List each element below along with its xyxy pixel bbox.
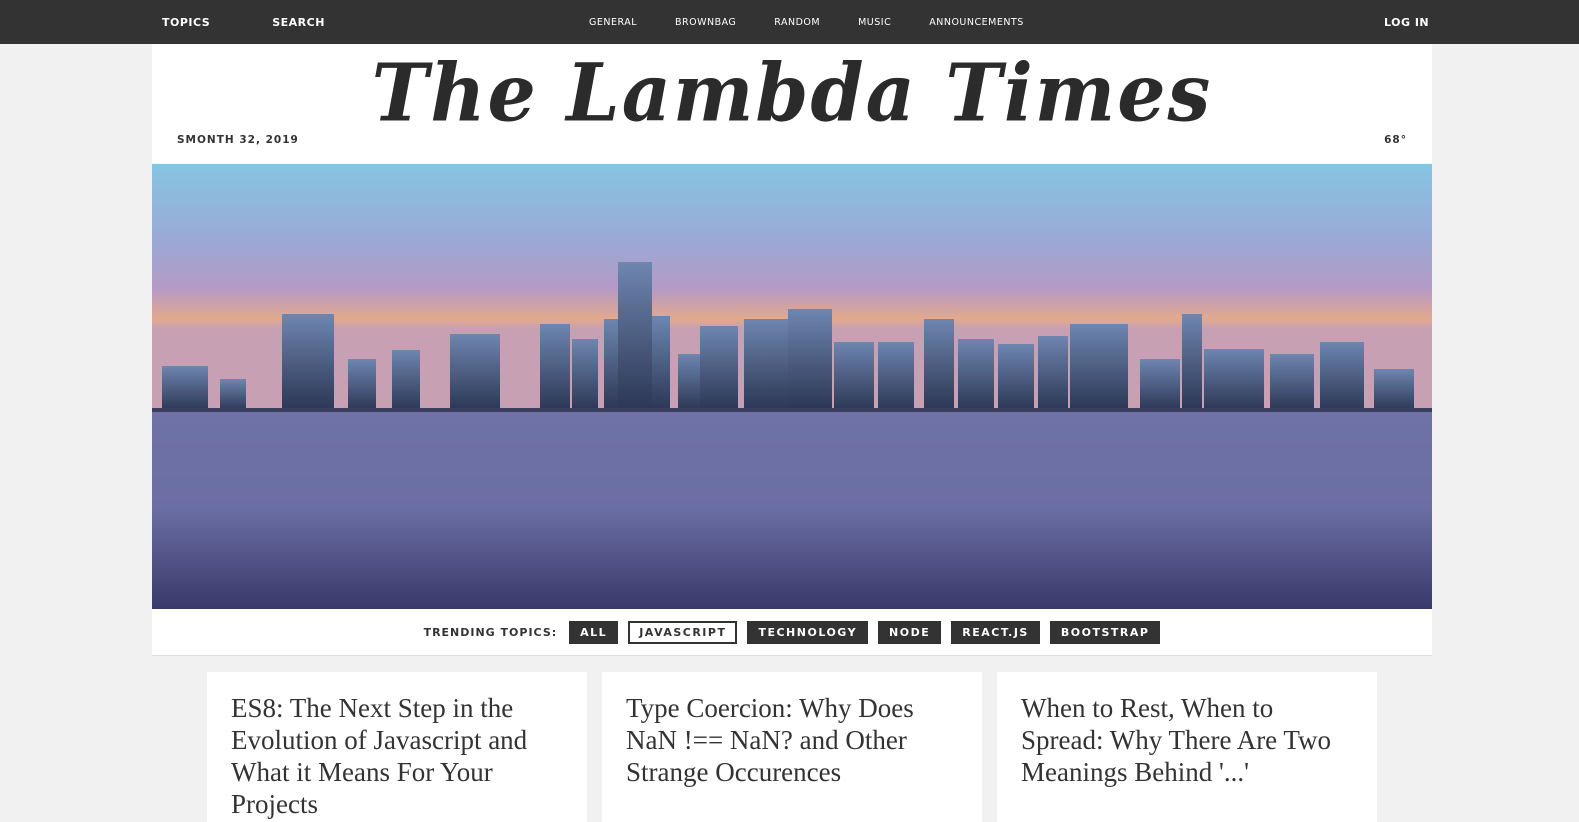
article-cards: ES8: The Next Step in the Evolution of J… <box>207 672 1377 822</box>
nav-right: LOG IN <box>1384 0 1429 44</box>
nav-random[interactable]: RANDOM <box>774 17 820 28</box>
tab-reactjs[interactable]: REACT.JS <box>951 620 1040 644</box>
nav-topics[interactable]: TOPICS <box>162 16 210 29</box>
city-skyline-image <box>152 164 1432 609</box>
header-temperature: 68° <box>1384 134 1407 146</box>
header-date: SMONTH 32, 2019 <box>177 134 299 146</box>
nav-center: GENERAL BROWNBAG RANDOM MUSIC ANNOUNCEME… <box>589 0 1024 44</box>
article-card[interactable]: When to Rest, When to Spread: Why There … <box>997 672 1377 822</box>
nav-search[interactable]: SEARCH <box>272 16 325 29</box>
nav-announcements[interactable]: ANNOUNCEMENTS <box>929 17 1024 28</box>
tab-technology[interactable]: TECHNOLOGY <box>747 620 869 644</box>
header: The Lambda Times SMONTH 32, 2019 68° <box>152 44 1432 164</box>
nav-general[interactable]: GENERAL <box>589 17 637 28</box>
trending-label: TRENDING TOPICS: <box>423 625 558 639</box>
tab-javascript[interactable]: JAVASCRIPT <box>628 620 738 644</box>
article-card[interactable]: Type Coercion: Why Does NaN !== NaN? and… <box>602 672 982 822</box>
nav-music[interactable]: MUSIC <box>858 17 891 28</box>
tab-node[interactable]: NODE <box>878 620 942 644</box>
article-headline: ES8: The Next Step in the Evolution of J… <box>231 693 528 819</box>
top-nav-bar: TOPICS SEARCH GENERAL BROWNBAG RANDOM MU… <box>0 0 1579 44</box>
nav-left: TOPICS SEARCH <box>162 0 325 44</box>
site-title: The Lambda Times <box>371 45 1213 140</box>
nav-brownbag[interactable]: BROWNBAG <box>675 17 736 28</box>
article-card[interactable]: ES8: The Next Step in the Evolution of J… <box>207 672 587 822</box>
trending-topics-bar: TRENDING TOPICS: ALL JAVASCRIPT TECHNOLO… <box>152 609 1432 656</box>
article-headline: Type Coercion: Why Does NaN !== NaN? and… <box>626 693 914 787</box>
tab-bootstrap[interactable]: BOOTSTRAP <box>1049 620 1161 644</box>
login-link[interactable]: LOG IN <box>1384 16 1429 29</box>
tab-all[interactable]: ALL <box>569 620 619 644</box>
article-headline: When to Rest, When to Spread: Why There … <box>1021 693 1332 787</box>
hero-image <box>152 164 1432 609</box>
